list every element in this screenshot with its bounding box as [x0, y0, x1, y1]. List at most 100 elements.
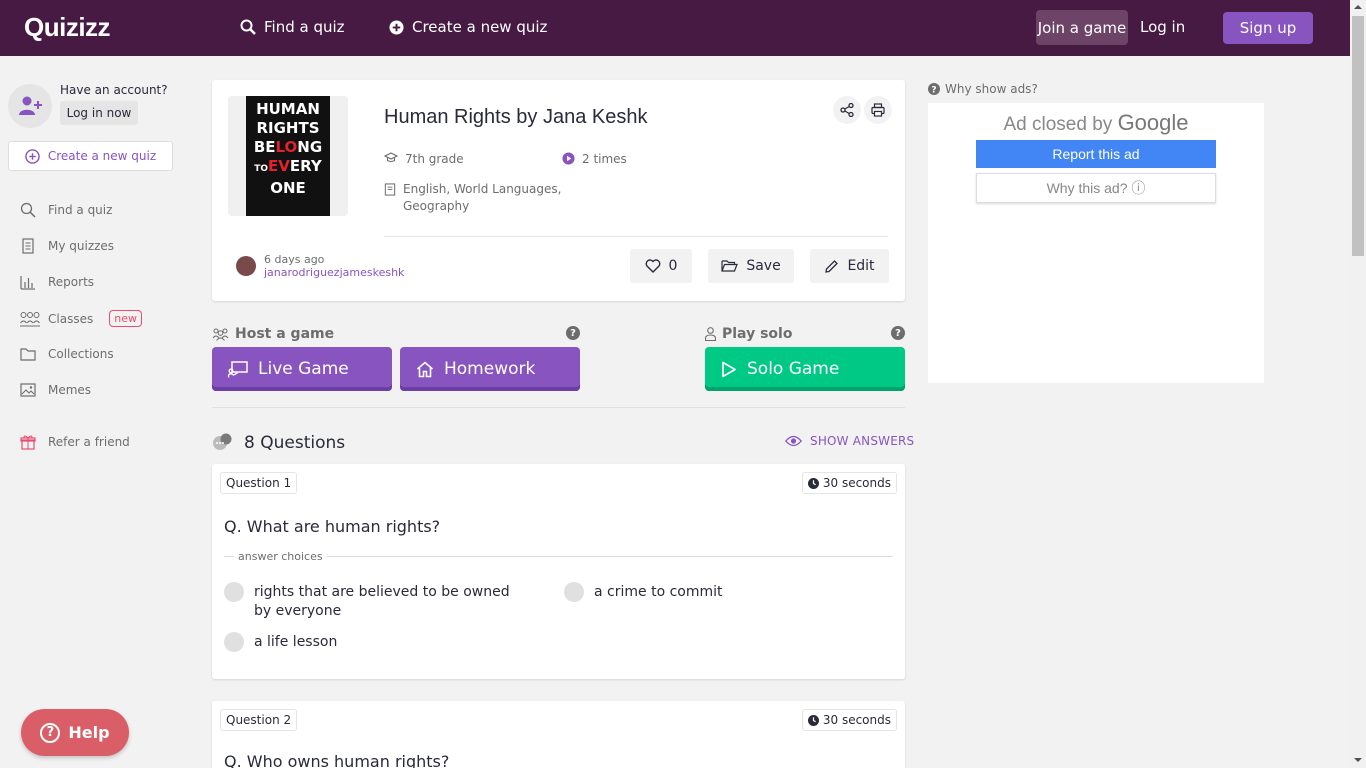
play-solo-text: Play solo — [722, 326, 793, 342]
sidebar-item-collections[interactable]: Collections — [20, 346, 114, 362]
homework-label: Homework — [444, 359, 536, 379]
answer-choice-text: a life lesson — [254, 634, 338, 650]
sidebar-item-memes[interactable]: Memes — [20, 382, 91, 398]
why-show-ads-link[interactable]: ? Why show ads? — [928, 82, 1038, 96]
scroll-thumb[interactable] — [1352, 16, 1364, 256]
sidebar-item-label: Find a quiz — [48, 203, 113, 217]
edit-button[interactable]: Edit — [810, 249, 889, 283]
answer-choices-text: answer choices — [238, 550, 323, 563]
sidebar-create-quiz-button[interactable]: Create a new quiz — [8, 141, 173, 171]
host-game-text: Host a game — [235, 326, 335, 342]
section-divider — [212, 407, 905, 408]
document-icon — [22, 238, 34, 254]
grade-meta: 7th grade — [384, 152, 464, 166]
sidebar-item-find-quiz[interactable]: Find a quiz — [20, 202, 112, 218]
eye-icon — [785, 435, 802, 447]
create-quiz-label: Create a new quiz — [412, 18, 548, 36]
cover-line-1: HUMAN — [256, 100, 320, 118]
question-time-tag: 30 seconds — [801, 472, 897, 494]
play-circle-icon — [562, 152, 575, 165]
why-this-ad-button[interactable]: Why this ad? ⓘ — [976, 173, 1216, 203]
live-game-label: Live Game — [258, 359, 349, 379]
print-icon — [871, 103, 885, 117]
search-icon — [240, 19, 256, 35]
sidebar-item-refer-friend[interactable]: Refer a friend — [20, 434, 130, 450]
live-game-button[interactable]: Live Game — [212, 347, 392, 391]
cover-line-3: BELONG — [246, 138, 330, 157]
help-button[interactable]: ? Help — [21, 709, 129, 756]
host-game-label: Host a game — [212, 326, 334, 342]
author-avatar[interactable] — [236, 256, 256, 276]
cover-text: NG — [297, 138, 323, 156]
question-circle-icon: ? — [928, 83, 940, 95]
print-button[interactable] — [864, 96, 892, 124]
save-button[interactable]: Save — [708, 249, 794, 283]
sidebar-item-label: My quizzes — [48, 239, 115, 253]
find-quiz-label: Find a quiz — [264, 18, 345, 36]
subjects-meta: English, World Languages, Geography — [384, 181, 574, 215]
top-navbar: Quizizz Find a quiz Create a new quiz Jo… — [0, 0, 1350, 56]
cover-text-red: LO — [275, 138, 298, 156]
sidebar-item-my-quizzes[interactable]: My quizzes — [20, 238, 114, 254]
question-number-tag: Question 1 — [220, 472, 298, 494]
svg-text:?: ? — [931, 85, 936, 95]
scroll-down-arrow[interactable] — [1354, 758, 1362, 762]
show-answers-toggle[interactable]: SHOW ANSWERS — [785, 434, 914, 448]
grade-text: 7th grade — [405, 152, 464, 166]
sidebar-item-classes[interactable]: Classes new — [20, 310, 142, 327]
graduation-cap-icon — [384, 152, 398, 163]
log-in-now-button[interactable]: Log in now — [60, 101, 138, 125]
cover-line-5: ONE — [270, 179, 306, 197]
question-time-text: 30 seconds — [822, 713, 891, 727]
card-divider — [384, 236, 888, 237]
share-icon — [840, 103, 854, 117]
bar-chart-icon — [20, 276, 35, 290]
page-scrollbar[interactable] — [1350, 0, 1366, 768]
scroll-up-arrow[interactable] — [1354, 5, 1362, 9]
question-text: Q. What are human rights? — [224, 517, 441, 536]
solo-game-label: Solo Game — [747, 359, 840, 379]
author-link[interactable]: janarodriguezjameskeshk — [264, 266, 404, 279]
like-count: 0 — [668, 258, 678, 274]
question-number-tag: Question 2 — [220, 709, 298, 731]
sidebar-item-label: Reports — [48, 275, 95, 289]
user-icon — [705, 327, 716, 341]
homework-button[interactable]: Homework — [400, 347, 580, 391]
log-in-button[interactable]: Log in — [1140, 18, 1185, 36]
plays-text: 2 times — [582, 152, 627, 166]
play-icon — [722, 361, 736, 377]
question-card: Question 1 30 seconds Q. What are human … — [212, 464, 905, 679]
heart-icon — [645, 259, 660, 273]
cover-line-2: RIGHTS — [256, 119, 320, 137]
questions-icon — [213, 433, 232, 450]
ad-closed-by: Ad closed by — [1003, 114, 1113, 135]
questions-count: 8 Questions — [244, 433, 346, 453]
create-quiz-link[interactable]: Create a new quiz — [389, 18, 547, 36]
quiz-info-card: HUMAN RIGHTS BELONG TOEVERY ONE Human Ri… — [212, 80, 905, 301]
plays-meta: 2 times — [562, 152, 627, 166]
share-button[interactable] — [833, 96, 861, 124]
edit-label: Edit — [847, 258, 875, 274]
solo-help-icon[interactable]: ? — [891, 326, 905, 340]
answer-choice: rights that are believed to be owned by … — [224, 582, 524, 621]
folder-open-icon — [721, 260, 739, 272]
answer-choices-label: answer choices — [224, 550, 893, 563]
sidebar-item-label: Collections — [48, 347, 114, 361]
find-quiz-link[interactable]: Find a quiz — [240, 18, 345, 36]
join-game-button[interactable]: Join a game — [1036, 10, 1128, 45]
question-card: Question 2 30 seconds Q. Who owns human … — [212, 701, 905, 768]
cover-text: ERY — [289, 157, 322, 175]
host-help-icon[interactable]: ? — [566, 326, 580, 340]
sidebar-item-label: Classes — [48, 311, 94, 326]
quizizz-logo[interactable]: Quizizz — [24, 12, 111, 43]
report-ad-button[interactable]: Report this ad — [976, 140, 1216, 168]
solo-game-button[interactable]: Solo Game — [705, 347, 905, 391]
save-label: Save — [746, 258, 781, 274]
answer-choice-text: a crime to commit — [594, 584, 723, 600]
plus-circle-icon — [25, 148, 40, 164]
group-icon — [212, 328, 229, 341]
sign-up-button[interactable]: Sign up — [1223, 12, 1313, 44]
sidebar-item-reports[interactable]: Reports — [20, 274, 94, 290]
add-user-avatar — [8, 84, 52, 128]
like-button[interactable]: 0 — [630, 249, 692, 283]
